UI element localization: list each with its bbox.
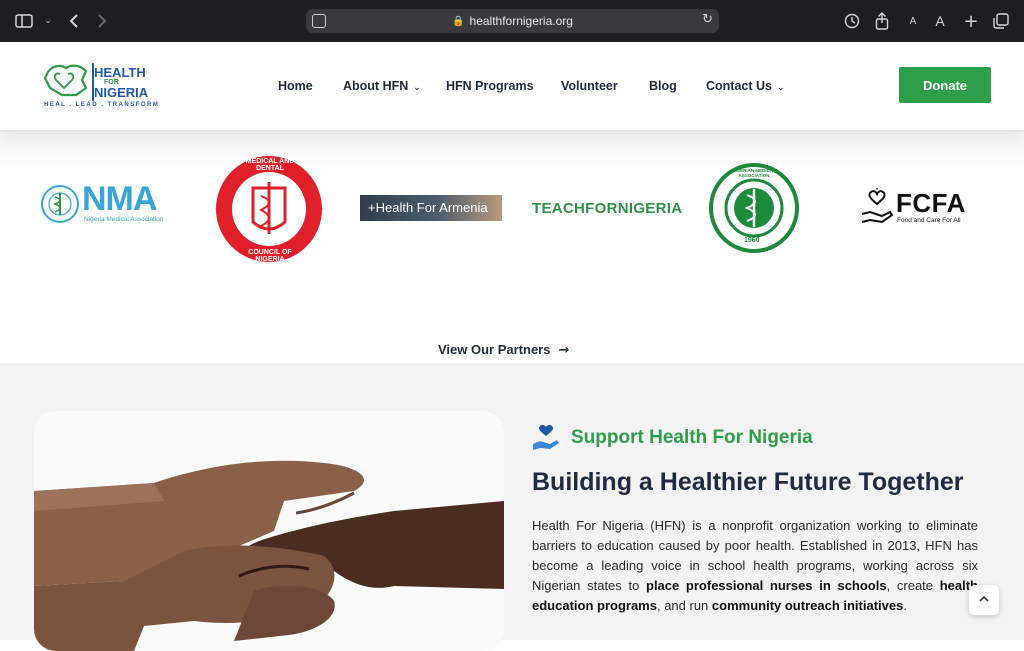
nma-wordmark: NMA [82,180,157,218]
about-paragraph: Health For Nigeria (HFN) is a nonprofit … [532,516,978,616]
holding-hands-illustration [34,411,504,651]
hfn-logo[interactable]: HEALTH FOR NIGERIA HEAL . LEAD . TRANSFO… [42,60,162,112]
reload-icon[interactable]: ↻ [702,12,713,27]
fcfa-wordmark: FCFA [896,188,966,218]
donate-button[interactable]: Donate [899,67,991,103]
teach-for-nigeria-text: TEACHFORNIGERIA [532,200,683,217]
url-text: healthfornigeria.org [469,14,573,28]
partner-logo-fcfa[interactable]: FCFA Food and Care For All [860,188,976,230]
arrow-right-icon: → [558,343,570,358]
nav-about-hfn[interactable]: About HFN ⌄ [343,79,421,93]
partner-logo-nigerian-medical-association[interactable]: 1960 NIGERIAN MEDICAL ASSOCIATION [709,163,799,253]
sidebar-icon[interactable] [14,11,34,31]
chevron-down-icon: ⌄ [776,83,785,93]
para-text: , and run [656,598,712,613]
chevron-down-icon[interactable]: ⌄ [38,11,58,31]
reader-icon[interactable] [312,14,326,28]
nav-hfn-programs[interactable]: HFN Programs [446,79,534,93]
partner-logo-nma[interactable]: NMA Nigeria Medical Association [40,180,175,226]
chevron-up-icon [979,595,989,606]
nigeria-map-heart-icon [43,64,88,97]
logo-tagline: HEAL . LEAD . TRANSFORM [44,102,160,108]
partners-section: NMA Nigeria Medical Association MEDICAL … [0,130,1024,363]
partner-logo-health-for-armenia[interactable]: +Health For Armenia [360,195,502,221]
nav-blog[interactable]: Blog [649,79,677,93]
support-title: Support Health For Nigeria [571,427,813,448]
nma-seal-text: NIGERIAN MEDICAL ASSOCIATION [732,168,776,178]
fcfa-subtitle: Food and Care For All [897,217,961,224]
support-section: Support Health For Nigeria Building a He… [0,363,1024,651]
section-heading: Building a Healthier Future Together [532,468,964,496]
browser-toolbar: ⌄ 🔒 healthfornigeria.org ↻ A A + [0,0,1024,42]
para-highlight: place professional nurses in schools [646,578,887,593]
heart-hand-icon [532,423,560,451]
nav-volunteer[interactable]: Volunteer [561,79,618,93]
para-text: . [903,598,907,613]
logo-wordmark: HEALTH FOR NIGERIA [94,65,149,100]
hands-photo [34,411,504,651]
hand-heart-icon [861,188,894,224]
site-header: HEALTH FOR NIGERIA HEAL . LEAD . TRANSFO… [0,42,1024,130]
mdcn-top-text: MEDICAL AND DENTAL [245,158,295,172]
address-bar[interactable]: 🔒 healthfornigeria.org ↻ [306,9,719,33]
nav-home[interactable]: Home [278,79,313,93]
text-larger-icon[interactable]: A [930,11,950,31]
new-tab-icon[interactable]: + [961,11,981,32]
back-icon[interactable] [64,11,84,31]
lock-icon: 🔒 [452,15,465,27]
para-highlight: community outreach initiatives [711,598,904,613]
scroll-to-top-button[interactable] [969,585,999,615]
partner-logo-teach-for-nigeria[interactable]: TEACHFORNIGERIA [532,200,683,220]
nma-emblem-icon [41,185,79,223]
view-our-partners-link[interactable]: View Our Partners → [438,342,569,358]
para-text: , create [886,578,940,593]
nma-subtitle: Nigeria Medical Association [84,216,164,223]
health-for-armenia-text: +Health For Armenia [368,200,488,215]
partner-logo-mdcn[interactable]: MEDICAL AND DENTAL COUNCIL OF NIGERIA [213,152,325,266]
text-smaller-icon[interactable]: A [903,11,923,31]
history-icon[interactable] [842,11,862,31]
chevron-down-icon: ⌄ [413,83,421,93]
share-icon[interactable] [872,11,892,31]
mdcn-bottom-text: COUNCIL OF NIGERIA [248,249,292,263]
nma-year: 1960 [744,237,760,244]
tabs-overview-icon[interactable] [991,11,1011,31]
forward-icon[interactable] [92,11,112,31]
nav-contact-us[interactable]: Contact Us ⌄ [706,79,785,93]
